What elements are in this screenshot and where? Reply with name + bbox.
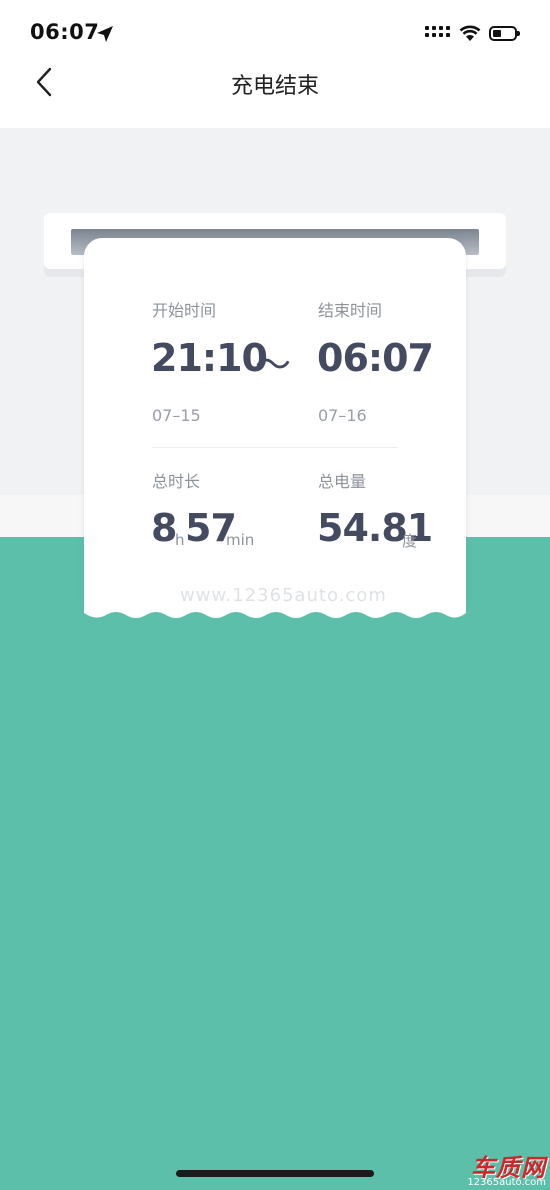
- location-arrow-icon: [97, 26, 113, 42]
- receipt-wavy-edge: [84, 605, 466, 618]
- watermark: www.12365auto.com: [180, 585, 387, 606]
- energy-unit: 度: [402, 532, 418, 550]
- receipt-divider: [152, 447, 398, 448]
- nav-bar: 充电结束: [0, 60, 550, 128]
- start-date: 07–15: [152, 406, 201, 425]
- energy-label: 总电量: [318, 472, 367, 491]
- end-time-value: 06:07: [317, 336, 434, 380]
- page-title: 充电结束: [230, 74, 319, 99]
- home-indicator[interactable]: [176, 1170, 374, 1177]
- duration-label: 总时长: [152, 472, 201, 491]
- logo-sub-text: 12365auto.com: [467, 1177, 546, 1188]
- corner-logo: 车质网 12365auto.com: [458, 1148, 550, 1190]
- end-date: 07–16: [318, 406, 367, 425]
- duration-minutes-unit: min: [226, 531, 255, 549]
- start-time-label: 开始时间: [152, 301, 217, 320]
- teal-background: [0, 537, 550, 1190]
- time-range-separator: ～: [255, 345, 292, 386]
- duration-hours: 8: [151, 506, 177, 550]
- end-time-label: 结束时间: [318, 301, 383, 320]
- charging-receipt: [84, 238, 466, 612]
- start-time-value: 21:10: [151, 336, 268, 380]
- signal-icon: [425, 26, 450, 37]
- battery-icon: [489, 26, 520, 41]
- status-bar: 06:07: [0, 0, 550, 60]
- status-time: 06:07: [30, 20, 100, 44]
- wifi-icon: [459, 25, 481, 41]
- duration-hours-unit: h: [175, 531, 185, 549]
